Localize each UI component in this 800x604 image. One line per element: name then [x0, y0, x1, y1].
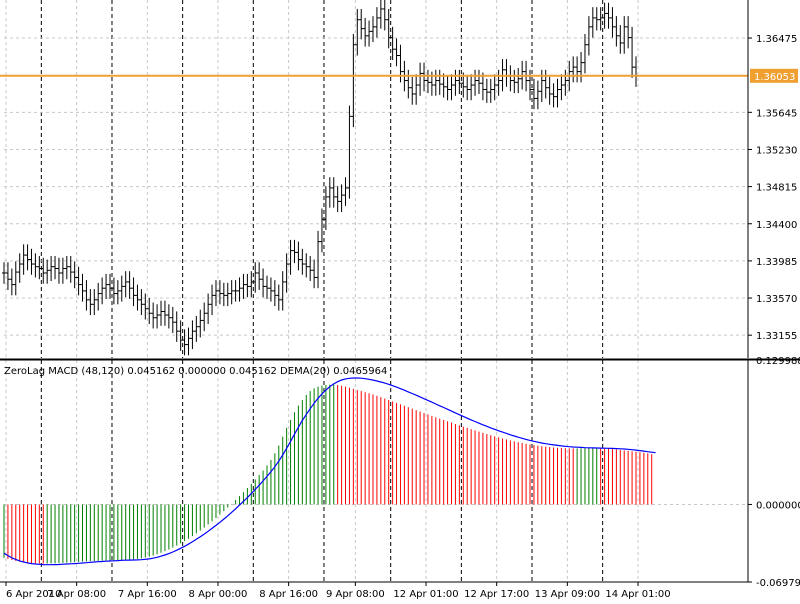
x-tick-label: 8 Apr 16:00 [259, 589, 318, 600]
x-axis: 6 Apr 20107 Apr 08:00 7 Apr 16:00 8 Apr 00… [5, 582, 671, 600]
x-tick-label: 7 Apr 16:00 [118, 589, 177, 600]
macd-axis: 0.129988 0.000000 -0.069790 [748, 356, 800, 589]
chart-window: 1.33155 1.33570 1.33985 1.34400 1.34815 1.352… [0, 0, 800, 600]
price-y-tick-label: 1.34815 [756, 183, 797, 194]
price-panel: 1.33155 1.33570 1.33985 1.34400 1.34815 1.352… [0, 0, 798, 358]
x-tick-label: 7 Apr 08:00 [47, 589, 106, 600]
price-y-tick-label: 1.36475 [756, 34, 797, 45]
x-tick-label: 14 Apr 01:00 [605, 589, 670, 600]
price-axis: 1.33155 1.33570 1.33985 1.34400 1.34815 1.352… [748, 34, 798, 342]
price-y-tick-label: 1.35645 [756, 108, 797, 119]
price-y-tick-label: 1.35230 [756, 145, 797, 156]
x-tick-label: 12 Apr 17:00 [464, 589, 529, 600]
price-y-tick-label: 1.34400 [756, 220, 797, 231]
current-price-label: 1.36053 [754, 72, 795, 83]
price-y-tick-label: 1.33985 [756, 257, 797, 268]
price-y-tick-label: 1.33155 [756, 331, 797, 342]
macd-title: ZeroLag MACD (48,120) 0.045162 0.000000 … [4, 366, 387, 377]
price-y-tick-label: 1.33570 [756, 294, 797, 305]
macd-panel: 0.129988 0.000000 -0.069790 ZeroLag MACD (… [0, 356, 800, 589]
x-tick-label: 9 Apr 08:00 [326, 589, 385, 600]
x-tick-label: 13 Apr 09:00 [535, 589, 600, 600]
x-tick-label: 12 Apr 01:00 [393, 589, 458, 600]
x-tick-label: 8 Apr 00:00 [189, 589, 248, 600]
macd-y-tick-label: 0.000000 [756, 500, 800, 511]
macd-y-tick-label: 0.129988 [756, 356, 800, 367]
macd-y-tick-label: -0.069790 [756, 578, 800, 589]
chart-canvas: 1.33155 1.33570 1.33985 1.34400 1.34815 1.352… [0, 0, 800, 600]
